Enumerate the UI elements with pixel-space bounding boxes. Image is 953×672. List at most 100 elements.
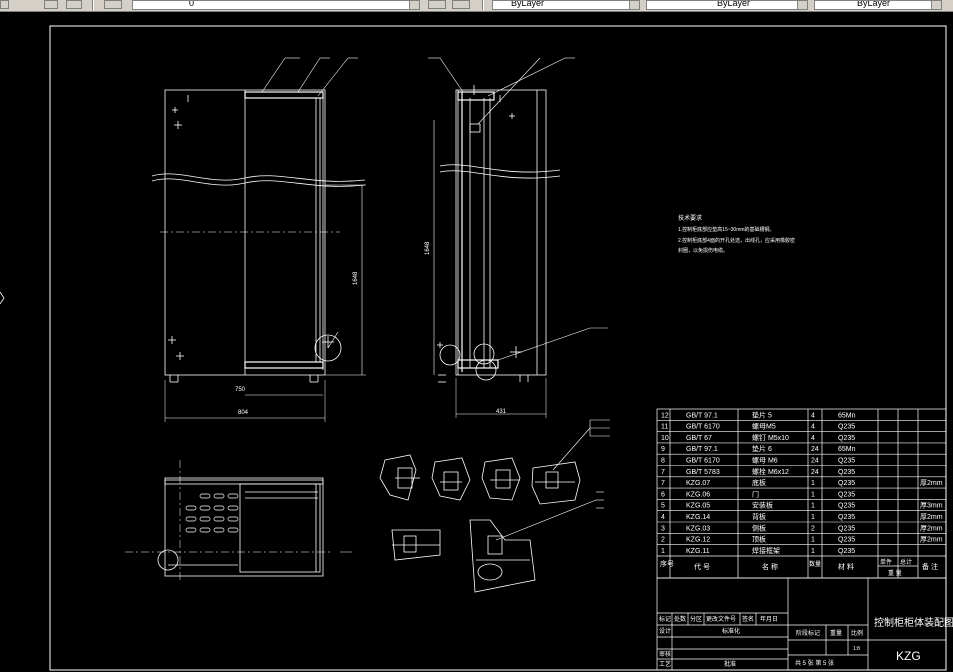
bom-cell-mat: 65Mn — [838, 412, 856, 419]
bom-cell-mat: Q235 — [838, 503, 855, 510]
bom-header-total: 总计 — [900, 558, 912, 566]
title-block-text: 标记 处数 分区 更改文件号 签名 年月日 设计 标准化 阶段标记 重量 比例 … — [659, 615, 953, 668]
bom-cell-mat: Q235 — [838, 458, 855, 465]
bom-cell-code: KZG.03 — [686, 525, 710, 532]
toolbar-button[interactable] — [0, 0, 9, 9]
layer-icon-button[interactable] — [104, 0, 122, 9]
bom-cell-mat: Q235 — [838, 424, 855, 431]
bom-header-mat: 材 料 — [838, 562, 854, 571]
chevron-down-icon[interactable] — [931, 1, 941, 9]
tech-requirements: 技术要求 1.控制柜底部应垫高15~30mm的基础槽钢。 2.控制柜底部4面的开… — [678, 214, 795, 254]
tb-date: 年月日 — [760, 615, 778, 623]
tb-sign: 签名 — [742, 615, 754, 623]
tb-count: 处数 — [674, 615, 686, 623]
chevron-down-icon[interactable] — [629, 1, 639, 9]
tb-scale-val: 1:8 — [853, 646, 860, 652]
bom-cell-code: KZG.14 — [686, 514, 710, 521]
tb-stage: 阶段标记 — [796, 629, 820, 637]
bom-cell-qty: 1 — [811, 537, 815, 544]
bom-cell-code: GB/T 6170 — [686, 424, 720, 431]
bom-cell-no: 2 — [661, 537, 665, 544]
bom-cell-name: 螺栓 M6x12 — [752, 467, 789, 476]
color-control-dropdown[interactable]: ByLayer — [492, 0, 640, 10]
bom-cell-name: 螺钉 M5x10 — [752, 433, 789, 442]
tb-code: KZG — [896, 649, 921, 663]
bom-cell-name: 螺母M5 — [752, 422, 776, 431]
make-object-layer-current-button[interactable] — [428, 0, 446, 9]
layer-states-button[interactable] — [66, 0, 82, 9]
bom-cell-code: GB/T 97.1 — [686, 412, 718, 419]
bom-cell-qty: 24 — [811, 469, 819, 476]
layer-previous-button[interactable] — [452, 0, 470, 9]
bom-cell-qty: 1 — [811, 548, 815, 555]
dim-height-side: 1648 — [425, 241, 431, 255]
bom-cell-note: 厚2mm — [920, 479, 943, 487]
bom-cell-qty: 2 — [811, 525, 815, 532]
bom-rows: 12 GB/T 97.1 垫片 5 4 65Mn11 GB/T 6170 螺母M5 4 Q235… — [657, 410, 946, 555]
bom-cell-name: 侧板 — [752, 523, 766, 532]
bom-header-code: 代 号 — [694, 562, 710, 571]
bom-cell-name: 背板 — [752, 512, 766, 521]
drawing-border — [49, 25, 947, 671]
bom-cell-qty: 24 — [811, 458, 819, 465]
bom-cell-name: 门 — [752, 489, 759, 498]
bom-cell-mat: Q235 — [838, 548, 855, 555]
bom-cell-mat: Q235 — [838, 469, 855, 476]
bom-header-name: 名 称 — [762, 562, 778, 571]
lineweight-control-value: ByLayer — [857, 0, 891, 8]
tech-req-line3: 封圈，以免损伤电缆。 — [678, 247, 728, 254]
bom-cell-name: 螺母 M6 — [752, 456, 778, 465]
bom-cell-no: 12 — [661, 412, 669, 419]
bom-cell-note: 厚2mm — [920, 524, 943, 532]
drawing-canvas[interactable]: 750 804 1648 431 1648 技术要求 1.控制柜底部应垫高15~… — [0, 11, 953, 672]
bom-cell-no: 1 — [661, 548, 665, 555]
bom-cell-qty: 1 — [811, 514, 815, 521]
linetype-control-dropdown[interactable]: ByLayer — [646, 0, 808, 10]
tech-req-line2: 2.控制柜底部4面的开孔处选，出线孔，应采用橡胶密 — [678, 237, 795, 244]
bom-header-weight: 重 量 — [888, 569, 902, 577]
bom-cell-no: 5 — [661, 503, 665, 510]
bom-cell-qty: 4 — [811, 435, 815, 442]
bom-cell-code: GB/T 6170 — [686, 458, 720, 465]
bom-cell-name: 垫片 6 — [752, 444, 772, 453]
vent-slots — [185, 493, 239, 533]
chevron-down-icon[interactable] — [409, 1, 419, 9]
color-control-value: ByLayer — [511, 0, 545, 8]
bom-cell-no: 6 — [661, 491, 665, 498]
tech-req-title: 技术要求 — [678, 214, 702, 222]
dim-width-front: 750 — [235, 387, 246, 393]
bom-cell-no: 7 — [661, 469, 665, 476]
side-view — [428, 57, 608, 418]
chevron-down-icon[interactable] — [797, 1, 807, 9]
tb-sheet: 共 5 张 第 5 张 — [795, 659, 834, 667]
bom-cell-mat: 65Mn — [838, 446, 856, 453]
tb-change-doc: 更改文件号 — [706, 615, 736, 623]
layer-control-dropdown[interactable]: 0 — [132, 0, 420, 10]
dim-height: 1648 — [353, 271, 359, 285]
bom-cell-mat: Q235 — [838, 480, 855, 487]
bom-cell-mat: Q235 — [838, 514, 855, 521]
layer-manager-button[interactable] — [44, 0, 58, 9]
dim-depth: 431 — [496, 409, 507, 415]
bom-cell-code: GB/T 67 — [686, 435, 712, 442]
bom-header: 序号 代 号 名 称 数量 材 料 单件 总计 重 量 备 注 — [660, 558, 938, 577]
bom-header-no: 序号 — [660, 559, 674, 568]
tb-process: 工艺 — [659, 660, 671, 668]
section-view — [125, 460, 352, 580]
bom-cell-name: 顶板 — [752, 535, 766, 544]
bom-cell-no: 3 — [661, 525, 665, 532]
dim-width-total: 804 — [238, 410, 249, 416]
bom-cell-mat: Q235 — [838, 491, 855, 498]
tb-scale: 比例 — [851, 629, 863, 637]
bom-cell-note: 厚2mm — [920, 536, 943, 544]
bom-cell-code: KZG.07 — [686, 480, 710, 487]
lineweight-control-dropdown[interactable]: ByLayer — [814, 0, 942, 10]
tb-review: 审核 — [659, 650, 671, 658]
bom-cell-mat: Q235 — [838, 435, 855, 442]
bom-cell-qty: 1 — [811, 503, 815, 510]
bom-cell-note: 厚3mm — [920, 502, 943, 510]
linetype-control-value: ByLayer — [717, 0, 751, 8]
bom-header-qty: 数量 — [809, 560, 821, 568]
bom-cell-code: KZG.06 — [686, 491, 710, 498]
bom-cell-mat: Q235 — [838, 525, 855, 532]
